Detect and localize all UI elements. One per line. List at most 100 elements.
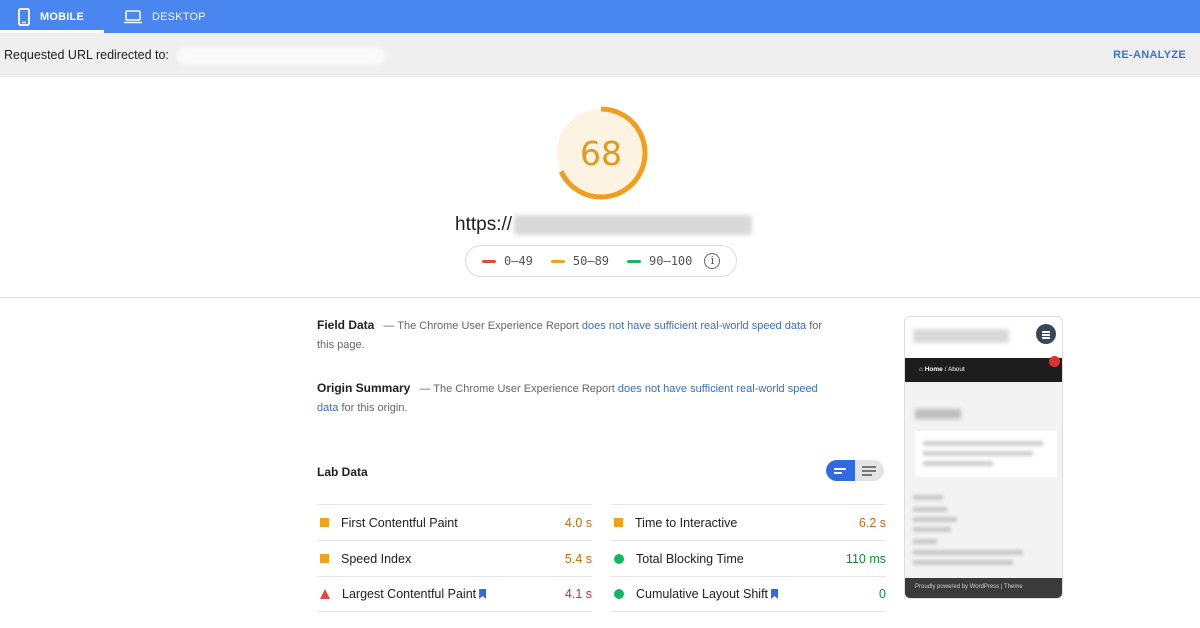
metric-value: 4.1 s xyxy=(564,587,592,601)
final-screenshot-thumbnail: ⌂ Home / About Proudly powered by WordPr… xyxy=(904,316,1063,599)
metric-name-text: Largest Contentful Paint xyxy=(342,587,477,601)
metric-name-text: First Contentful Paint xyxy=(341,515,458,530)
thumb-page-title-redacted xyxy=(915,409,961,419)
origin-summary-text-post: for this origin. xyxy=(338,402,408,414)
metric-name: First Contentful Paint xyxy=(341,516,565,530)
thumb-text-line xyxy=(913,495,943,500)
thumb-text-line xyxy=(923,441,1043,446)
metric-name-text: Cumulative Layout Shift xyxy=(636,587,769,601)
legend-fail-label: 0–49 xyxy=(504,254,533,268)
menu-icon xyxy=(1036,324,1056,344)
metric-name-text: Total Blocking Time xyxy=(636,551,744,566)
thumb-text-line xyxy=(913,550,1023,555)
thumb-text-line xyxy=(913,539,937,544)
origin-summary-text-pre: — The Chrome User Experience Report xyxy=(419,383,618,395)
thumb-text-line xyxy=(923,461,993,466)
section-divider xyxy=(0,297,1200,298)
device-tab-bar: MOBILE DESKTOP xyxy=(0,0,1200,33)
menu-icon-line xyxy=(1042,331,1050,333)
thumb-text-line xyxy=(913,507,947,512)
average-square-icon xyxy=(614,518,623,527)
legend-average-label: 50–89 xyxy=(572,254,610,268)
origin-summary-section: Origin Summary — The Chrome User Experie… xyxy=(317,379,837,418)
list-summary-icon xyxy=(834,468,846,470)
monitor-icon xyxy=(124,9,142,23)
thumb-text-line xyxy=(913,527,951,532)
metric-name: Time to Interactive xyxy=(635,516,859,530)
analyzed-url: https:// xyxy=(455,214,753,236)
metric-name-text: Speed Index xyxy=(341,551,412,566)
metric-largest-contentful-paint[interactable]: Largest Contentful Paint 4.1 s xyxy=(317,576,592,612)
legend-pass-label: 90–100 xyxy=(649,254,693,268)
legend-item-average: 50–89 xyxy=(550,254,610,268)
thumb-breadcrumb: ⌂ Home / About xyxy=(905,358,1062,382)
metric-value: 110 ms xyxy=(845,551,886,566)
redirect-url-redacted xyxy=(176,47,386,65)
average-square-icon xyxy=(320,554,329,563)
analyzed-url-redacted xyxy=(514,215,753,235)
origin-summary-heading: Origin Summary xyxy=(317,381,411,395)
metric-value: 6.2 s xyxy=(858,515,886,530)
pass-circle-icon xyxy=(614,589,624,599)
legend-item-pass: 90–100 xyxy=(627,254,692,268)
field-data-link[interactable]: does not have sufficient real-world spee… xyxy=(582,320,806,332)
redirect-bar: Requested URL redirected to: RE-ANALYZE xyxy=(0,33,1200,77)
legend-fail-swatch xyxy=(482,259,496,263)
legend-item-fail: 0–49 xyxy=(482,254,533,268)
tab-mobile[interactable]: MOBILE xyxy=(0,0,104,33)
view-toggle[interactable] xyxy=(826,460,884,481)
list-detail-icon-line xyxy=(862,474,872,476)
metric-value: 4.0 s xyxy=(564,515,592,530)
lab-data-heading: Lab Data xyxy=(317,465,368,479)
list-detail-icon[interactable] xyxy=(862,466,876,468)
metric-name: Total Blocking Time xyxy=(636,552,846,566)
menu-icon-line xyxy=(1042,337,1050,339)
info-icon[interactable]: i xyxy=(704,253,721,269)
average-square-icon xyxy=(320,518,329,527)
performance-score: 68 xyxy=(580,133,622,173)
pass-circle-icon xyxy=(614,553,624,564)
bookmark-icon xyxy=(771,589,779,599)
analyzed-url-prefix: https:// xyxy=(455,214,513,235)
metric-name-text: Time to Interactive xyxy=(635,515,738,530)
tab-desktop[interactable]: DESKTOP xyxy=(124,0,206,33)
metric-name: Cumulative Layout Shift xyxy=(636,587,879,601)
field-data-section: Field Data — The Chrome User Experience … xyxy=(317,316,837,355)
list-detail-icon-line xyxy=(862,470,876,472)
metrics-left-column: First Contentful Paint 4.0 s Speed Index… xyxy=(317,504,592,612)
legend-average-swatch xyxy=(550,259,565,263)
metrics-right-column: Time to Interactive 6.2 s Total Blocking… xyxy=(611,504,886,612)
redirect-label: Requested URL redirected to: xyxy=(4,48,169,62)
legend-pass-swatch xyxy=(627,259,642,263)
tab-mobile-label: MOBILE xyxy=(40,10,84,23)
metric-value: 0 xyxy=(879,587,886,601)
metric-first-contentful-paint[interactable]: First Contentful Paint 4.0 s xyxy=(317,504,592,540)
thumb-breadcrumb-page: About xyxy=(947,366,965,373)
thumb-content-box xyxy=(915,431,1057,477)
metric-name: Speed Index xyxy=(341,552,565,566)
thumb-footer: Proudly powered by WordPress | Theme xyxy=(905,578,1062,598)
bookmark-icon xyxy=(479,589,487,599)
field-data-text-pre: — The Chrome User Experience Report xyxy=(383,320,582,332)
smartphone-icon xyxy=(18,7,30,26)
metric-name: Largest Contentful Paint xyxy=(342,587,565,601)
fail-triangle-icon xyxy=(320,589,330,599)
menu-icon-line xyxy=(1042,334,1050,336)
thumb-text-line xyxy=(913,517,957,522)
view-toggle-summary[interactable] xyxy=(826,460,855,481)
metric-time-to-interactive[interactable]: Time to Interactive 6.2 s xyxy=(611,504,886,540)
thumb-text-line xyxy=(913,560,1013,565)
metric-total-blocking-time[interactable]: Total Blocking Time 110 ms xyxy=(611,540,886,576)
reanalyze-button[interactable]: RE-ANALYZE xyxy=(1113,49,1186,61)
thumb-text-line xyxy=(923,451,1033,456)
thumb-notification-badge xyxy=(1049,356,1060,367)
list-summary-icon-line xyxy=(834,472,842,474)
thumb-breadcrumb-home: Home xyxy=(924,366,943,373)
metric-value: 5.4 s xyxy=(564,551,592,566)
thumb-site-title-redacted xyxy=(913,329,1009,343)
field-data-heading: Field Data xyxy=(317,318,375,332)
metric-speed-index[interactable]: Speed Index 5.4 s xyxy=(317,540,592,576)
score-legend: 0–49 50–89 90–100 i xyxy=(465,245,737,277)
tab-desktop-label: DESKTOP xyxy=(152,10,206,23)
metric-cumulative-layout-shift[interactable]: Cumulative Layout Shift 0 xyxy=(611,576,886,612)
